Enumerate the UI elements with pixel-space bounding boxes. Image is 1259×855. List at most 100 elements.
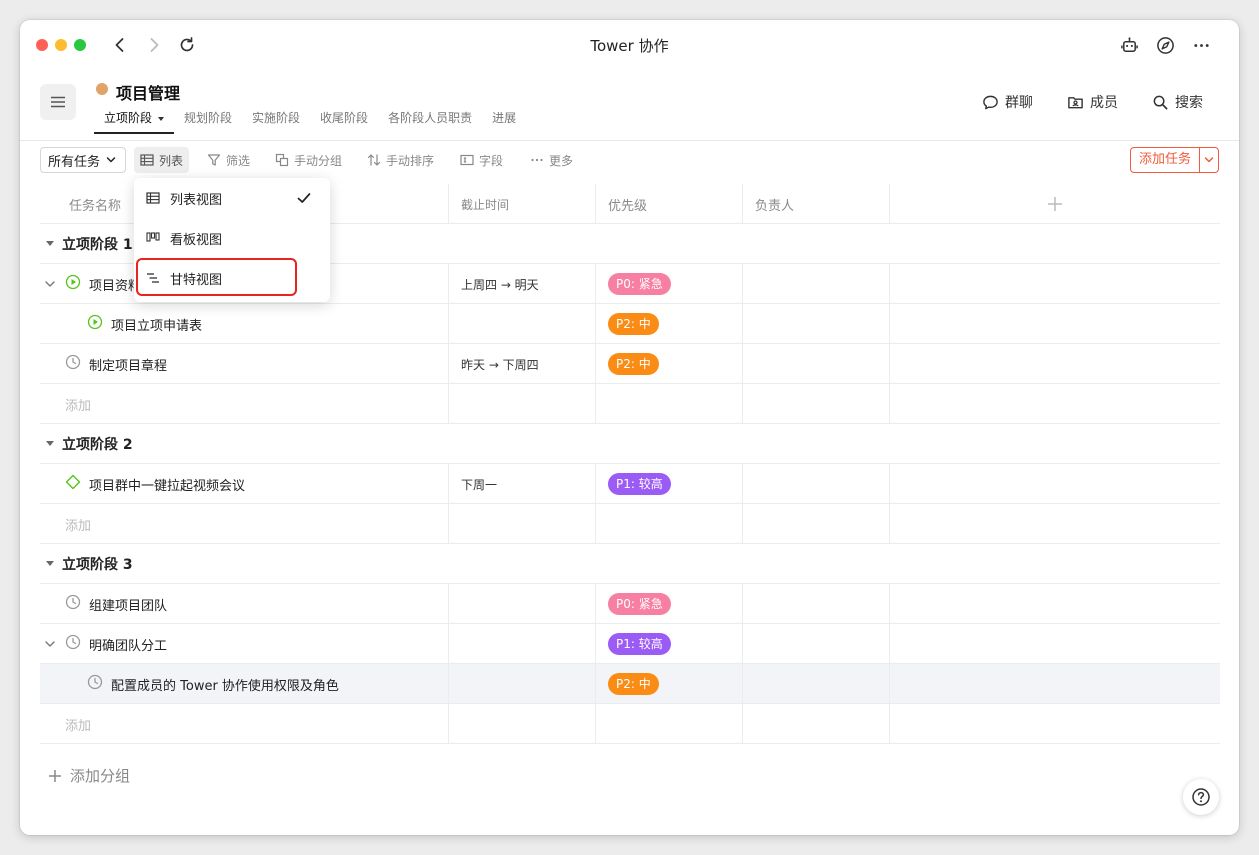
group-chat-button[interactable]: 群聊 bbox=[982, 92, 1033, 112]
column-header-due[interactable]: 截止时间 bbox=[449, 184, 596, 224]
task-name: 明确团队分工 bbox=[40, 634, 167, 654]
collapse-caret-icon[interactable] bbox=[46, 441, 54, 446]
owner-cell[interactable] bbox=[743, 264, 890, 304]
chevron-down-icon[interactable] bbox=[43, 277, 57, 291]
priority-badge: P2: 中 bbox=[608, 673, 659, 695]
add-task-row[interactable]: 添加 bbox=[40, 504, 1220, 544]
tab-stage-closing[interactable]: 收尾阶段 bbox=[310, 109, 378, 129]
owner-cell[interactable] bbox=[743, 464, 890, 504]
table-row[interactable]: 配置成员的 Tower 协作使用权限及角色 P2: 中 bbox=[40, 664, 1220, 704]
fields-button[interactable]: 字段 bbox=[454, 147, 509, 173]
table-row[interactable]: 制定项目章程 昨天 → 下周四 P2: 中 bbox=[40, 344, 1220, 384]
add-column-button[interactable] bbox=[890, 184, 1220, 224]
priority-cell[interactable]: P2: 中 bbox=[596, 304, 743, 344]
priority-cell[interactable]: P2: 中 bbox=[596, 344, 743, 384]
owner-cell[interactable] bbox=[743, 304, 890, 344]
sort-button[interactable]: 手动排序 bbox=[361, 147, 440, 173]
help-button[interactable] bbox=[1183, 779, 1219, 815]
owner-cell[interactable] bbox=[743, 584, 890, 624]
project-color-dot bbox=[96, 83, 108, 95]
priority-cell[interactable]: P1: 较高 bbox=[596, 464, 743, 504]
extra-cell bbox=[890, 584, 1220, 624]
more-options-icon[interactable] bbox=[1190, 34, 1212, 56]
task-title[interactable]: 组建项目团队 bbox=[89, 595, 167, 614]
group-header[interactable]: 立项阶段 2 bbox=[40, 424, 1220, 464]
add-task-dropdown-button[interactable] bbox=[1200, 148, 1218, 172]
column-header-priority[interactable]: 优先级 bbox=[596, 184, 743, 224]
add-task-inline[interactable]: 添加 bbox=[40, 504, 449, 544]
task-title[interactable]: 项目立项申请表 bbox=[111, 315, 202, 334]
robot-icon[interactable] bbox=[1118, 34, 1140, 56]
in-progress-icon[interactable] bbox=[87, 314, 103, 334]
empty-cell bbox=[743, 704, 890, 744]
add-task-inline[interactable]: 添加 bbox=[40, 384, 449, 424]
search-button[interactable]: 搜索 bbox=[1152, 92, 1203, 112]
task-title[interactable]: 配置成员的 Tower 协作使用权限及角色 bbox=[111, 675, 339, 694]
milestone-diamond-icon[interactable] bbox=[65, 474, 81, 494]
highlight-annotation bbox=[136, 258, 297, 296]
owner-cell[interactable] bbox=[743, 664, 890, 704]
column-header-owner[interactable]: 负责人 bbox=[743, 184, 890, 224]
due-date-cell[interactable]: 昨天 → 下周四 bbox=[449, 344, 596, 384]
clock-icon[interactable] bbox=[65, 594, 81, 614]
priority-cell[interactable]: P0: 紧急 bbox=[596, 584, 743, 624]
extra-cell bbox=[890, 264, 1220, 304]
add-task-inline[interactable]: 添加 bbox=[40, 704, 449, 744]
group-button[interactable]: 手动分组 bbox=[269, 147, 348, 173]
compass-icon[interactable] bbox=[1154, 34, 1176, 56]
due-date-cell[interactable]: 上周四 → 明天 bbox=[449, 264, 596, 304]
chevron-down-icon[interactable] bbox=[43, 637, 57, 651]
add-task-button[interactable]: 添加任务 bbox=[1131, 148, 1200, 172]
task-title[interactable]: 项目群中一键拉起视频会议 bbox=[89, 475, 245, 494]
clock-icon[interactable] bbox=[65, 354, 81, 374]
task-title[interactable]: 明确团队分工 bbox=[89, 635, 167, 654]
due-date-cell[interactable]: 下周一 bbox=[449, 464, 596, 504]
tab-progress[interactable]: 进展 bbox=[482, 109, 526, 129]
priority-badge: P1: 较高 bbox=[608, 633, 671, 655]
due-date-cell[interactable] bbox=[449, 624, 596, 664]
table-row[interactable]: 项目立项申请表 P2: 中 bbox=[40, 304, 1220, 344]
due-date-cell[interactable] bbox=[449, 304, 596, 344]
empty-cell bbox=[449, 384, 596, 424]
add-task-row[interactable]: 添加 bbox=[40, 384, 1220, 424]
in-progress-icon[interactable] bbox=[65, 274, 81, 294]
due-date-cell[interactable] bbox=[449, 664, 596, 704]
tab-stage-initiation[interactable]: 立项阶段 bbox=[94, 109, 175, 134]
priority-cell[interactable]: P2: 中 bbox=[596, 664, 743, 704]
view-switch-button[interactable]: 列表 bbox=[134, 147, 190, 173]
menu-item-list-view[interactable]: 列表视图 bbox=[134, 178, 330, 218]
members-button[interactable]: 成员 bbox=[1067, 92, 1118, 112]
tab-stage-roles[interactable]: 各阶段人员职责 bbox=[378, 109, 482, 129]
task-name-cell: 项目群中一键拉起视频会议 bbox=[40, 464, 449, 504]
clock-icon[interactable] bbox=[87, 674, 103, 694]
task-name: 制定项目章程 bbox=[40, 354, 167, 374]
extra-cell bbox=[890, 464, 1220, 504]
tab-stage-planning[interactable]: 规划阶段 bbox=[174, 109, 242, 129]
sidebar-menu-button[interactable] bbox=[40, 84, 76, 120]
add-task-row[interactable]: 添加 bbox=[40, 704, 1220, 744]
add-group-button[interactable]: 添加分组 bbox=[48, 765, 130, 786]
extra-cell bbox=[890, 304, 1220, 344]
filter-button[interactable]: 筛选 bbox=[201, 147, 256, 173]
table-row[interactable]: 组建项目团队 P0: 紧急 bbox=[40, 584, 1220, 624]
group-title: 立项阶段 2 bbox=[62, 436, 133, 453]
task-filter-select[interactable]: 所有任务 bbox=[40, 147, 126, 173]
tab-stage-execution[interactable]: 实施阶段 bbox=[242, 109, 310, 129]
owner-cell[interactable] bbox=[743, 344, 890, 384]
more-button[interactable]: 更多 bbox=[524, 147, 579, 173]
priority-cell[interactable]: P0: 紧急 bbox=[596, 264, 743, 304]
menu-item-board-view[interactable]: 看板视图 bbox=[134, 218, 330, 258]
collapse-caret-icon[interactable] bbox=[46, 241, 54, 246]
owner-cell[interactable] bbox=[743, 624, 890, 664]
priority-cell[interactable]: P1: 较高 bbox=[596, 624, 743, 664]
group-header[interactable]: 立项阶段 3 bbox=[40, 544, 1220, 584]
task-title[interactable]: 制定项目章程 bbox=[89, 355, 167, 374]
due-date-cell[interactable] bbox=[449, 584, 596, 624]
checkmark-icon bbox=[297, 193, 311, 203]
table-row[interactable]: 明确团队分工 P1: 较高 bbox=[40, 624, 1220, 664]
table-row[interactable]: 项目群中一键拉起视频会议 下周一 P1: 较高 bbox=[40, 464, 1220, 504]
clock-icon[interactable] bbox=[65, 634, 81, 654]
project-title: 项目管理 bbox=[116, 84, 181, 103]
empty-cell bbox=[743, 384, 890, 424]
collapse-caret-icon[interactable] bbox=[46, 561, 54, 566]
